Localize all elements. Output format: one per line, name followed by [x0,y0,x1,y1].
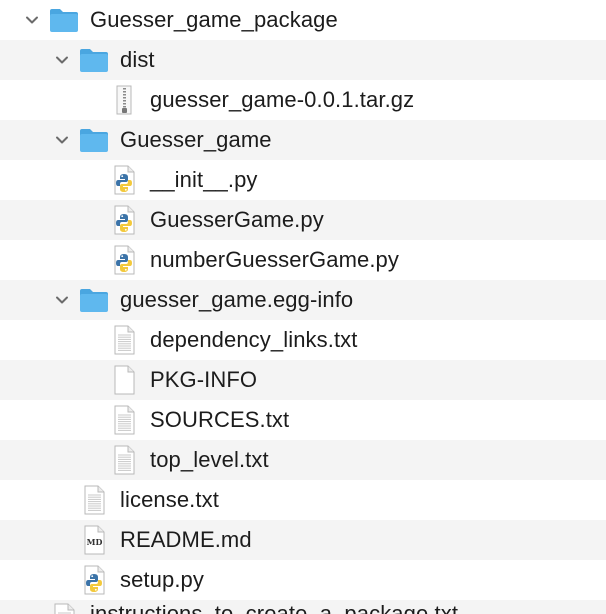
file-row[interactable]: SOURCES.txt [0,400,606,440]
folder-row[interactable]: Guesser_game [0,120,606,160]
file-row[interactable]: __init__.py [0,160,606,200]
file-row[interactable]: MD README.md [0,520,606,560]
file-row[interactable]: dependency_links.txt [0,320,606,360]
archive-icon [108,84,140,116]
file-name: __init__.py [150,167,258,192]
file-row[interactable]: instructions_to_create_a_package.txt [0,600,606,614]
folder-icon [78,44,110,76]
folder-icon [48,4,80,36]
text-file-icon [108,444,140,476]
python-file-icon [108,244,140,276]
text-file-icon [48,602,80,614]
chevron-down-icon[interactable] [54,292,70,308]
file-name: GuesserGame.py [150,207,324,232]
file-name: instructions_to_create_a_package.txt [90,601,459,614]
folder-row[interactable]: Guesser_game_package [0,0,606,40]
file-name: license.txt [120,487,219,512]
text-file-icon [108,324,140,356]
chevron-down-icon[interactable] [54,132,70,148]
file-row[interactable]: GuesserGame.py [0,200,606,240]
folder-name: dist [120,47,155,72]
text-file-icon [78,484,110,516]
file-name: numberGuesserGame.py [150,247,399,272]
chevron-down-icon[interactable] [54,52,70,68]
folder-icon [78,124,110,156]
file-name: guesser_game-0.0.1.tar.gz [150,87,415,112]
file-name: PKG-INFO [150,367,258,392]
text-file-icon [108,404,140,436]
file-name: dependency_links.txt [150,327,358,352]
file-name: setup.py [120,567,204,592]
file-row[interactable]: license.txt [0,480,606,520]
python-file-icon [78,564,110,596]
file-name: README.md [120,527,252,552]
folder-name: guesser_game.egg-info [120,287,354,312]
markdown-file-icon: MD [78,524,110,556]
chevron-down-icon[interactable] [24,12,40,28]
file-row[interactable]: setup.py [0,560,606,600]
python-file-icon [108,164,140,196]
file-row[interactable]: guesser_game-0.0.1.tar.gz [0,80,606,120]
folder-name: Guesser_game_package [90,7,338,32]
file-row[interactable]: numberGuesserGame.py [0,240,606,280]
file-row[interactable]: top_level.txt [0,440,606,480]
blank-file-icon [108,364,140,396]
python-file-icon [108,204,140,236]
file-name: SOURCES.txt [150,407,290,432]
file-tree: Guesser_game_packagedist guesser_game-0.0… [0,0,606,614]
folder-name: Guesser_game [120,127,272,152]
folder-row[interactable]: dist [0,40,606,80]
folder-row[interactable]: guesser_game.egg-info [0,280,606,320]
svg-text:MD: MD [87,537,103,547]
file-row[interactable]: PKG-INFO [0,360,606,400]
file-name: top_level.txt [150,447,269,472]
folder-icon [78,284,110,316]
